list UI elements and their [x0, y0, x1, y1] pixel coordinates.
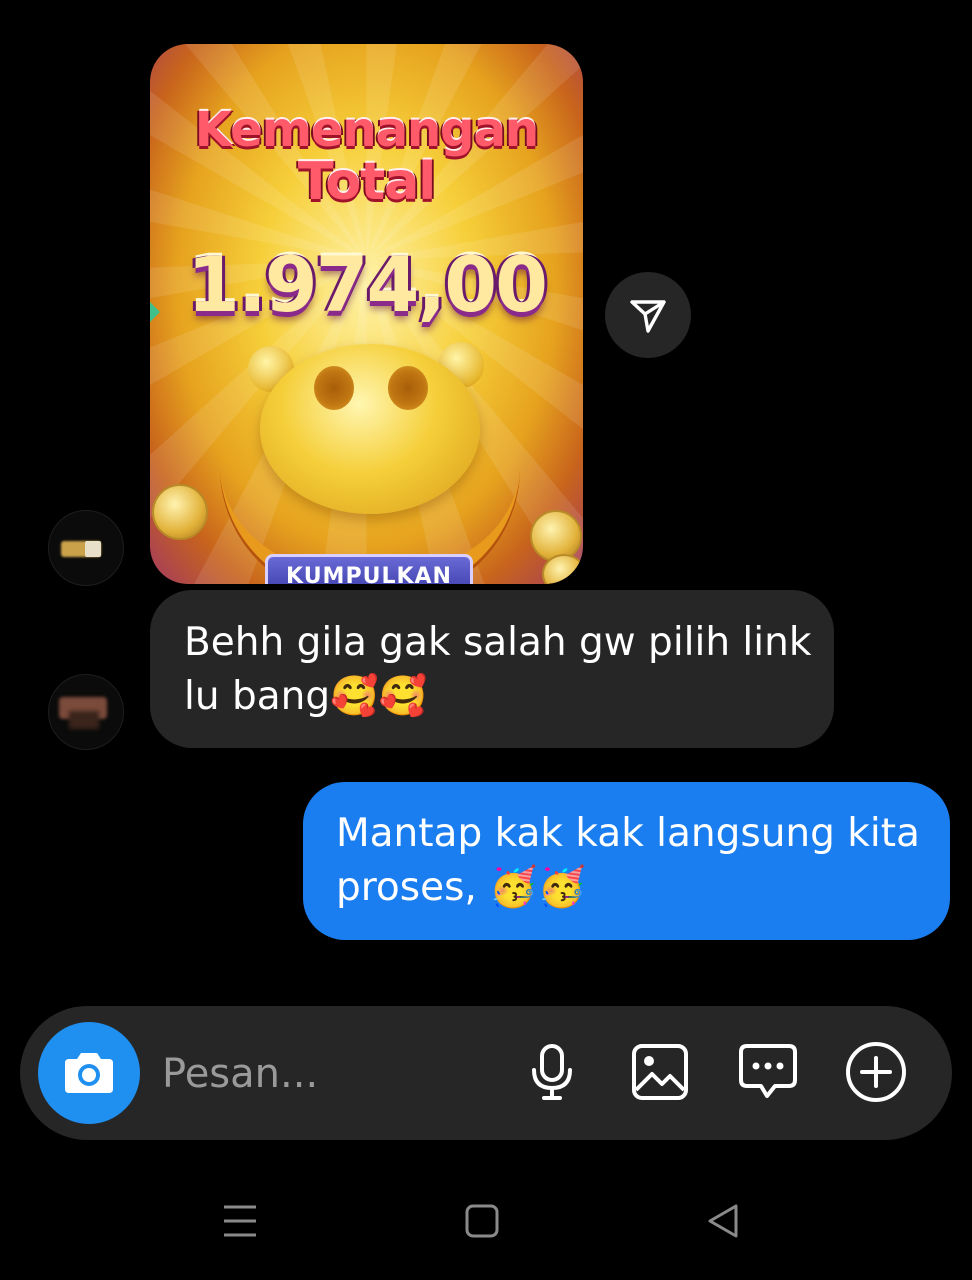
share-button[interactable] [605, 272, 691, 358]
message-text-line: lu bang🥰🥰 [184, 674, 428, 719]
microphone-button[interactable] [520, 1040, 584, 1104]
nav-back-button[interactable] [697, 1196, 747, 1246]
gold-coin [542, 554, 583, 584]
gallery-icon [630, 1042, 690, 1102]
incoming-message-bubble[interactable]: Behh gila gak salah gw pilih link lu ban… [150, 590, 834, 748]
message-text-line: Behh gila gak salah gw pilih link [184, 620, 812, 665]
menu-icon [220, 1203, 260, 1239]
share-send-icon [627, 294, 669, 336]
nav-home-button[interactable] [457, 1196, 507, 1246]
message-composer: Pesan... [20, 1006, 952, 1140]
add-button[interactable] [844, 1040, 908, 1104]
nav-menu-button[interactable] [215, 1196, 265, 1246]
microphone-icon [526, 1042, 578, 1102]
gallery-button[interactable] [628, 1040, 692, 1104]
home-square-icon [464, 1203, 500, 1239]
message-text-line: Mantap kak kak langsung kita [336, 811, 920, 856]
game-title-line1: Kemenangan [194, 102, 539, 158]
pig-nostril [388, 366, 428, 410]
chat-bubble-icon [737, 1042, 799, 1102]
game-title-line2: Total [297, 152, 436, 212]
shared-game-image[interactable]: Kemenangan Total 1.974,00 KUMPULKAN [150, 44, 583, 584]
pig-nostril [314, 366, 354, 410]
back-triangle-icon [704, 1202, 740, 1240]
sender-avatar[interactable] [48, 674, 124, 750]
camera-icon [61, 1049, 117, 1097]
outgoing-message-bubble[interactable]: Mantap kak kak langsung kita proses, 🥳🥳 [303, 782, 950, 940]
sender-avatar[interactable] [48, 510, 124, 586]
collect-button: KUMPULKAN [265, 554, 473, 584]
message-text-line: proses, 🥳🥳 [336, 865, 587, 910]
message-input[interactable]: Pesan... [162, 1050, 318, 1098]
sticker-button[interactable] [736, 1040, 800, 1104]
game-win-amount: 1.974,00 [186, 240, 548, 329]
gold-coin [152, 484, 208, 540]
camera-button[interactable] [38, 1022, 140, 1124]
add-circle-icon [844, 1040, 908, 1104]
